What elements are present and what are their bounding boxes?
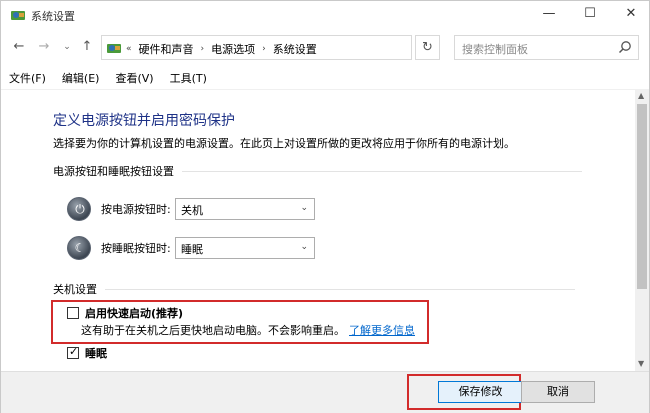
sleep-icon: ☾ [67,236,91,260]
window-title: 系统设置 [31,10,75,23]
search-icon[interactable] [618,40,632,54]
vertical-scrollbar[interactable]: ▲ ▼ [635,89,649,371]
power-button-select[interactable]: 关机 ⌄ [175,198,315,220]
system-settings-window: 系统设置 — ☐ ✕ ← → ⌄ ↑ « 硬件和声音 › 电源选项 › 系统设置… [0,0,650,413]
sleep-button-value: 睡眠 [181,243,203,256]
scroll-up-icon[interactable]: ▲ [638,91,644,100]
chevron-down-icon: ⌄ [300,242,308,252]
content-area: 定义电源按钮并启用密码保护 选择要为你的计算机设置的电源设置。在此页上对设置所做… [1,89,635,371]
sleep-button-row: ☾ 按睡眠按钮时: 睡眠 ⌄ [67,236,315,260]
footer-bar: 保存修改 取消 [1,371,649,413]
page-title: 定义电源按钮并启用密码保护 [53,113,235,129]
section-power-buttons: 电源按钮和睡眠按钮设置 [53,163,582,179]
section-shutdown-label: 关机设置 [53,283,97,296]
cancel-button[interactable]: 取消 [521,381,595,403]
chevron-right-icon[interactable]: › [199,44,207,54]
maximize-button[interactable]: ☐ [580,5,600,25]
section-power-buttons-label: 电源按钮和睡眠按钮设置 [53,165,174,178]
sleep-option[interactable]: 睡眠 [67,345,107,361]
sleep-checkbox[interactable] [67,345,79,359]
page-description: 选择要为你的计算机设置的电源设置。在此页上对设置所做的更改将应用于你所有的电源计… [53,137,515,150]
recent-locations-chevron-icon[interactable]: ⌄ [59,39,75,55]
highlight-box [51,300,429,344]
refresh-button[interactable]: ↻ [415,35,440,60]
address-bar[interactable]: « 硬件和声音 › 电源选项 › 系统设置 ⌄ [101,35,503,60]
minimize-button[interactable]: — [539,5,559,25]
control-panel-icon [107,44,121,53]
section-shutdown: 关机设置 [53,281,575,297]
breadcrumb-hardware-sound[interactable]: 硬件和声音 [134,41,199,57]
up-button[interactable]: ↑ [79,39,95,55]
power-button-value: 关机 [181,204,203,217]
menu-view[interactable]: 查看(V) [107,67,161,89]
sleep-button-select[interactable]: 睡眠 ⌄ [175,237,315,259]
close-button[interactable]: ✕ [621,5,641,25]
control-panel-icon [11,11,25,20]
power-button-label: 按电源按钮时: [101,203,171,216]
search-input[interactable]: 搜索控制面板 [454,35,639,60]
section-divider [105,288,575,290]
power-icon: ⏻ [67,197,91,221]
chevron-down-icon: ⌄ [300,203,308,213]
section-divider [182,170,582,172]
chevron-right-icon[interactable]: › [260,44,268,54]
search-placeholder: 搜索控制面板 [462,43,528,56]
menu-tools[interactable]: 工具(T) [162,67,215,89]
sleep-option-label[interactable]: 睡眠 [85,345,107,361]
menu-edit[interactable]: 编辑(E) [54,67,108,89]
scrollbar-thumb[interactable] [637,104,647,289]
menu-file[interactable]: 文件(F) [1,67,54,89]
forward-button[interactable]: → [36,39,52,55]
breadcrumb: « 硬件和声音 › 电源选项 › 系统设置 [124,41,322,57]
scroll-down-icon[interactable]: ▼ [638,359,644,368]
power-button-row: ⏻ 按电源按钮时: 关机 ⌄ [67,197,315,221]
title-bar: 系统设置 — ☐ ✕ [1,1,649,29]
breadcrumb-overflow-icon[interactable]: « [124,44,134,54]
breadcrumb-system-settings[interactable]: 系统设置 [268,41,322,57]
breadcrumb-power-options[interactable]: 电源选项 [206,41,260,57]
save-changes-button[interactable]: 保存修改 [438,381,523,403]
navigation-bar: ← → ⌄ ↑ « 硬件和声音 › 电源选项 › 系统设置 ⌄ ↻ 搜索控制面板 [1,31,649,64]
back-button[interactable]: ← [11,39,27,55]
menu-bar: 文件(F) 编辑(E) 查看(V) 工具(T) [1,67,649,89]
sleep-button-label: 按睡眠按钮时: [101,242,171,255]
